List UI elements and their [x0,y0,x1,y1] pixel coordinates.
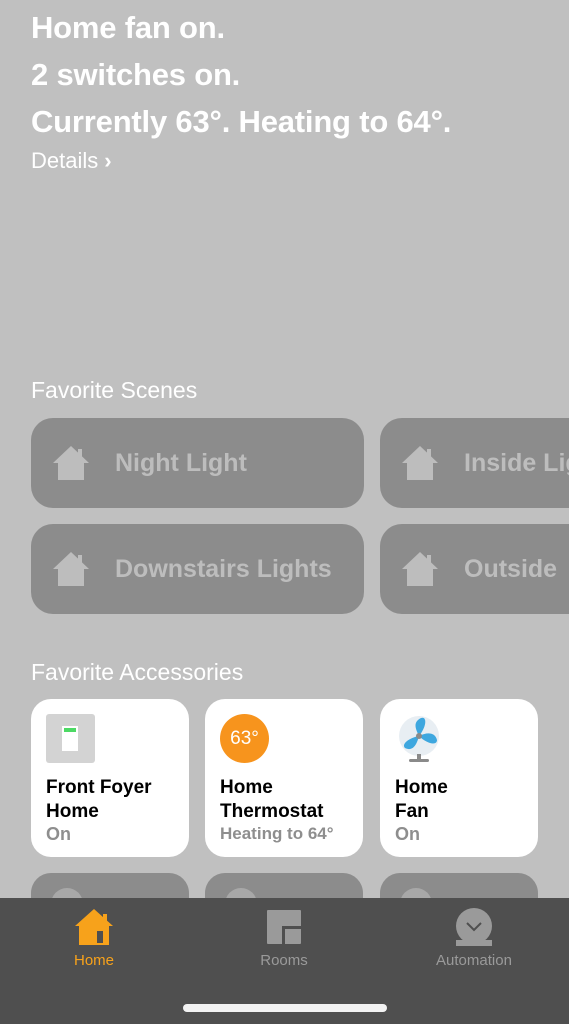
scene-outside[interactable]: Outside [380,524,569,614]
scene-label: Outside [464,554,558,583]
home-indicator[interactable] [183,1004,387,1012]
tab-label: Home [73,952,114,969]
accessory-name: Home Thermostat [220,777,324,822]
scene-downstairs-lights[interactable]: Downstairs Lights [31,524,364,614]
accessory-home-fan[interactable]: Home Fan On [380,699,538,857]
favorite-accessories-title: Favorite Accessories [31,659,244,685]
thermostat-icon: 63° [220,714,269,763]
house-icon [402,552,438,586]
house-icon [53,446,89,480]
summary-line-fan: Home fan on. [31,10,225,45]
details-link[interactable]: Details › [31,148,112,174]
accessory-name: Front Foyer Home [46,777,152,822]
scene-label: Inside Lights [464,448,569,477]
thermostat-badge: 63° [230,728,259,749]
accessory-status: On [46,824,71,844]
scene-night-light[interactable]: Night Light [31,418,364,508]
scene-label: Downstairs Lights [115,554,332,583]
home-icon [75,909,113,945]
accessory-front-foyer-home[interactable]: Front Foyer Home On [31,699,189,857]
accessory-status: On [395,824,420,844]
details-label: Details [31,148,99,173]
scene-label: Night Light [115,448,247,477]
chevron-right-icon: › [104,148,112,173]
light-switch-icon [46,714,95,763]
tab-home[interactable]: Home [14,908,174,969]
tab-label: Rooms [260,952,308,969]
fan-icon [395,714,444,763]
accessory-name: Home Fan [395,777,448,822]
automation-icon [456,908,492,946]
tab-automation[interactable]: Automation [394,908,554,969]
summary-line-climate: Currently 63°. Heating to 64°. [31,104,452,139]
tab-rooms[interactable]: Rooms [204,908,364,969]
favorite-scenes-title: Favorite Scenes [31,377,198,403]
house-icon [53,552,89,586]
accessory-home-thermostat[interactable]: 63° Home Thermostat Heating to 64° [205,699,363,857]
scene-inside-lights[interactable]: Inside Lights [380,418,569,508]
rooms-icon [267,910,301,944]
summary-line-switches: 2 switches on. [31,57,241,92]
home-summary: Home fan on. 2 switches on. Currently 63… [31,4,451,145]
accessory-status: Heating to 64° [220,824,334,843]
tab-label: Automation [436,952,512,969]
house-icon [402,446,438,480]
